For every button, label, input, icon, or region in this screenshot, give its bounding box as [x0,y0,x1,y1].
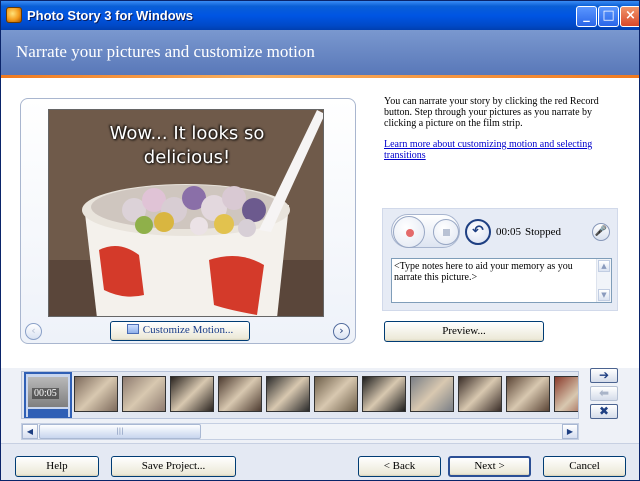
title-bar: Photo Story 3 for Windows _ □ × [1,1,639,30]
filmstrip-thumbnail[interactable] [266,376,310,412]
page-heading: Narrate your pictures and customize moti… [16,42,315,61]
back-button[interactable]: < Back [358,456,441,477]
filmstrip-thumbnail[interactable] [170,376,214,412]
cancel-label: Cancel [569,460,600,472]
narration-timer: 00:05 [496,226,522,238]
filmstrip-scrollbar[interactable]: ◀ ||| ▶ [21,423,579,440]
filmstrip-thumbnail-selected[interactable]: 00:05 [24,372,72,418]
move-picture-left-button[interactable]: ⬅ [590,386,618,401]
narration-notes-input[interactable]: <Type notes here to aid your memory as y… [394,261,594,301]
thumbnail-status-bar [28,409,68,417]
next-picture-button[interactable]: › [333,323,350,340]
photo-story-app-icon [6,7,22,23]
filmstrip[interactable]: 00:05 [21,371,579,419]
main-panel: Wow... It looks so delicious! ‹ Customiz… [1,78,639,368]
notes-scroll-up-icon[interactable]: ▲ [598,260,610,272]
notes-scroll-down-icon[interactable]: ▼ [598,289,610,301]
filmstrip-thumbnail[interactable] [506,376,550,412]
header-banner: Narrate your pictures and customize moti… [1,30,639,76]
remove-picture-button[interactable]: ✖ [590,404,618,419]
previous-picture-button[interactable]: ‹ [25,323,42,340]
filmstrip-thumbnail[interactable] [554,376,578,412]
filmstrip-thumbnail[interactable] [458,376,502,412]
preview-label: Preview... [442,325,486,337]
scroll-right-icon[interactable]: ▶ [562,424,578,439]
customize-motion-icon [126,324,139,334]
filmstrip-thumbnail[interactable] [218,376,262,412]
stop-icon [443,229,450,236]
filmstrip-thumbnail[interactable] [410,376,454,412]
filmstrip-thumbnail[interactable] [122,376,166,412]
narration-instructions: You can narrate your story by clicking t… [384,96,599,129]
narration-recorder: ↶ 00:05 Stopped 🎤 <Type notes here to ai… [382,208,618,311]
recording-status: Stopped [525,226,562,238]
next-label: Next > [474,460,505,472]
scrollbar-thumb[interactable]: ||| [39,424,201,439]
picture-preview: Wow... It looks so delicious! [48,109,324,317]
back-label: < Back [383,460,416,472]
app-window: Photo Story 3 for Windows _ □ × Narrate … [0,0,640,481]
delete-narration-button[interactable]: ↶ [465,219,491,245]
preview-button[interactable]: Preview... [384,321,544,342]
record-button[interactable] [393,216,425,248]
save-project-label: Save Project... [141,460,206,472]
customize-motion-button[interactable]: Customize Motion... [110,321,250,341]
notes-scrollbar[interactable]: ▲ ▼ [596,259,611,302]
maximize-button[interactable]: □ [598,6,619,27]
save-project-button[interactable]: Save Project... [111,456,236,477]
thumbnail-duration: 00:05 [32,388,59,399]
next-button[interactable]: Next > [448,456,531,477]
learn-more-link[interactable]: Learn more about customizing motion and … [384,139,614,161]
help-label: Help [46,460,68,472]
microphone-settings-button[interactable]: 🎤 [592,223,610,241]
move-picture-right-button[interactable]: ➔ [590,368,618,383]
picture-caption: Wow... It looks so delicious! [109,123,265,168]
record-icon [406,229,414,237]
scroll-left-icon[interactable]: ◀ [22,424,38,439]
filmstrip-thumbnail[interactable] [314,376,358,412]
picture-preview-frame: Wow... It looks so delicious! ‹ Customiz… [20,98,356,344]
cancel-button[interactable]: Cancel [543,456,626,477]
filmstrip-thumbnail[interactable] [74,376,118,412]
customize-motion-label: Customize Motion... [142,324,234,336]
wizard-footer: Help Save Project... < Back Next > Cance… [1,443,639,480]
window-title: Photo Story 3 for Windows [27,8,193,23]
help-button[interactable]: Help [15,456,99,477]
stop-button[interactable] [433,219,459,245]
filmstrip-thumbnail[interactable] [362,376,406,412]
close-button[interactable]: × [620,6,639,27]
minimize-button[interactable]: _ [576,6,597,27]
microphone-icon: 🎤 [594,226,608,237]
narration-notes-box: <Type notes here to aid your memory as y… [391,258,612,303]
filmstrip-area: 00:05 ◀ ||| ▶ ➔ ⬅ ✖ [1,368,639,443]
